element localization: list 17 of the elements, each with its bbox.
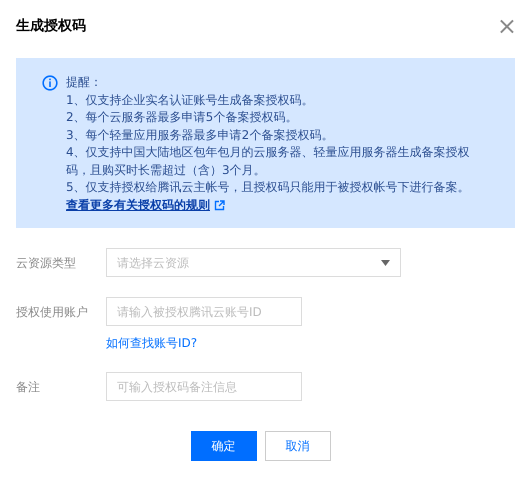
field-label: 授权使用账户 (16, 304, 89, 321)
close-button[interactable]: × (496, 14, 517, 38)
input-field[interactable]: 请输入被授权腾讯云账号ID (106, 297, 302, 326)
notice-item: 4、仅支持中国大陆地区包年包月的云服务器、轻量应用服务器生成备案授权码，且购买时长需超过（含）3个月。 (66, 144, 471, 178)
confirm-button[interactable]: 确定 (190, 431, 256, 461)
input-field[interactable]: 可输入授权码备注信息 (106, 372, 302, 401)
cancel-button[interactable]: 取消 (264, 431, 330, 461)
help-link[interactable]: 如何查找账号ID? (106, 334, 198, 352)
notice-item: 1、仅支持企业实名认证账号生成备案授权码。 (66, 92, 315, 108)
field-label: 云资源类型 (16, 255, 77, 272)
notice-item: 5、仅支持授权给腾讯云主帐号，且授权码只能用于被授权帐号下进行备案。 (66, 179, 471, 196)
dialog-title: 生成授权码 (16, 18, 86, 34)
field-label: 备注 (16, 379, 41, 396)
notice-heading: 提醒： (66, 74, 103, 91)
notice-item: 2、每个云服务器最多申请5个备案授权码。 (66, 109, 298, 126)
rules-link[interactable]: 查看更多有关授权码的规则 (66, 196, 210, 214)
notice-item: 3、每个轻量应用服务器最多申请2个备案授权码。 (66, 126, 334, 144)
